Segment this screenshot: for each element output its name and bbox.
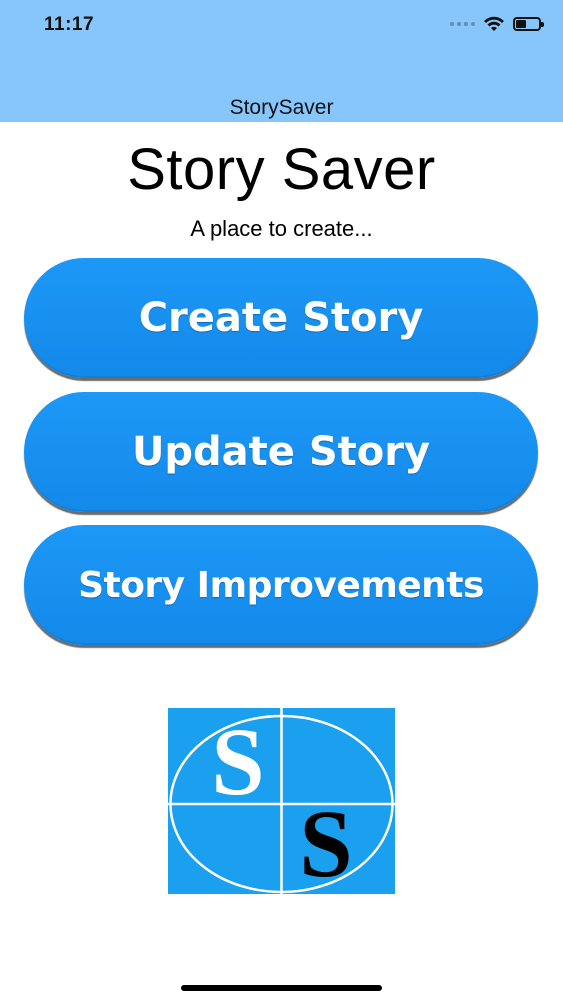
logo-letter-top: S xyxy=(211,708,264,815)
battery-icon xyxy=(513,17,544,31)
nav-title: StorySaver xyxy=(229,96,334,119)
logo-letter-bottom: S xyxy=(299,790,352,894)
app-screen: 11:17 StorySaver Story Saver A place to … xyxy=(0,0,563,1000)
page-subtitle: A place to create... xyxy=(190,216,373,241)
update-story-button[interactable]: Update Story xyxy=(24,392,538,512)
story-saver-logo: S S xyxy=(168,708,395,894)
signal-dots-icon xyxy=(450,22,475,26)
create-story-button[interactable]: Create Story xyxy=(24,258,538,378)
status-time: 11:17 xyxy=(44,14,95,35)
header-bar: 11:17 StorySaver xyxy=(0,0,563,122)
status-icons xyxy=(450,16,544,32)
wifi-icon xyxy=(484,16,504,31)
battery-fill xyxy=(516,20,526,28)
story-improvements-button[interactable]: Story Improvements xyxy=(24,525,538,645)
page-title: Story Saver xyxy=(127,137,436,202)
home-indicator[interactable] xyxy=(181,985,382,991)
